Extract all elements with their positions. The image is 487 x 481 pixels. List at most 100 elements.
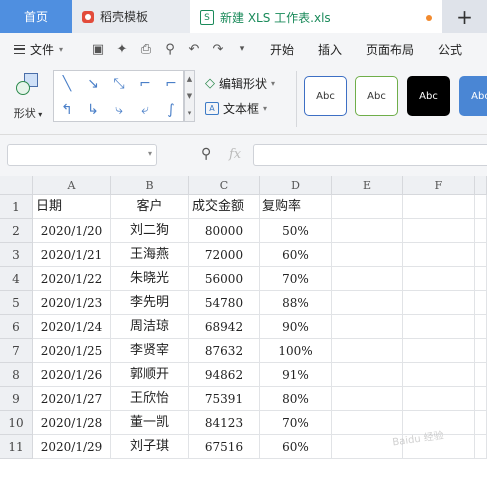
cell-d5[interactable]: 88% xyxy=(260,291,332,315)
cell-c4[interactable]: 56000 xyxy=(189,267,260,291)
cell-a7[interactable]: 2020/1/25 xyxy=(33,339,111,363)
cell-f8[interactable] xyxy=(403,363,475,387)
elbow-arrow-icon[interactable]: ⌐ xyxy=(165,76,177,92)
print-preview-icon[interactable]: ⚲ xyxy=(158,42,182,57)
zoom-icon[interactable]: ⚲ xyxy=(201,146,211,162)
line-shapes-gallery[interactable]: ╲ ↘ ⤡ ⌐ ⌐ ↰ ↳ ⤷ ⤶ ∫ xyxy=(53,70,184,122)
file-menu-button[interactable]: 文件 ▾ xyxy=(0,41,86,58)
cell-b3[interactable]: 王海燕 xyxy=(111,243,189,267)
row-header-11[interactable]: 11 xyxy=(0,435,33,459)
menu-home[interactable]: 开始 xyxy=(258,41,306,58)
cell-e7[interactable] xyxy=(332,339,403,363)
cell-d8[interactable]: 91% xyxy=(260,363,332,387)
cell-a9[interactable]: 2020/1/27 xyxy=(33,387,111,411)
tab-current-file[interactable]: S 新建 XLS 工作表.xls xyxy=(190,0,442,33)
curve-double-arrow-icon[interactable]: ⤶ xyxy=(141,102,149,118)
format-painter-icon[interactable]: ✦ xyxy=(110,42,134,57)
cell-g11[interactable] xyxy=(475,435,487,459)
row-header-10[interactable]: 10 xyxy=(0,411,33,435)
line-shape-icon[interactable]: ╲ xyxy=(63,76,71,92)
print-icon[interactable]: ⎙ xyxy=(134,42,158,57)
cell-f1[interactable] xyxy=(403,195,475,219)
cell-d2[interactable]: 50% xyxy=(260,219,332,243)
cell-e5[interactable] xyxy=(332,291,403,315)
cell-b9[interactable]: 王欣怡 xyxy=(111,387,189,411)
cell-d7[interactable]: 100% xyxy=(260,339,332,363)
cell-f9[interactable] xyxy=(403,387,475,411)
shape-style-2[interactable]: Abc xyxy=(355,76,398,116)
select-all-corner[interactable] xyxy=(0,176,33,195)
cell-c5[interactable]: 54780 xyxy=(189,291,260,315)
cell-c1[interactable]: 成交金额 xyxy=(189,195,260,219)
cell-b6[interactable]: 周洁琼 xyxy=(111,315,189,339)
cell-b1[interactable]: 客户 xyxy=(111,195,189,219)
menu-page-layout[interactable]: 页面布局 xyxy=(354,41,426,58)
cell-g2[interactable] xyxy=(475,219,487,243)
column-header-e[interactable]: E xyxy=(332,176,403,195)
cell-c2[interactable]: 80000 xyxy=(189,219,260,243)
shape-style-3[interactable]: Abc xyxy=(407,76,450,116)
cell-g10[interactable] xyxy=(475,411,487,435)
row-header-3[interactable]: 3 xyxy=(0,243,33,267)
cell-e10[interactable] xyxy=(332,411,403,435)
cell-a1[interactable]: 日期 xyxy=(33,195,111,219)
cell-g8[interactable] xyxy=(475,363,487,387)
tab-templates[interactable]: 稻壳模板 xyxy=(72,0,190,33)
cell-g9[interactable] xyxy=(475,387,487,411)
cell-d11[interactable]: 60% xyxy=(260,435,332,459)
cell-f2[interactable] xyxy=(403,219,475,243)
elbow-connector-icon[interactable]: ⌐ xyxy=(139,76,151,92)
formula-input[interactable] xyxy=(253,144,487,166)
column-header-a[interactable]: A xyxy=(33,176,111,195)
tab-home[interactable]: 首页 xyxy=(0,0,72,33)
row-header-1[interactable]: 1 xyxy=(0,195,33,219)
cell-g4[interactable] xyxy=(475,267,487,291)
cell-e1[interactable] xyxy=(332,195,403,219)
cell-g3[interactable] xyxy=(475,243,487,267)
cell-a4[interactable]: 2020/1/22 xyxy=(33,267,111,291)
cell-c10[interactable]: 84123 xyxy=(189,411,260,435)
fx-icon[interactable]: fx xyxy=(229,147,241,162)
cell-c6[interactable]: 68942 xyxy=(189,315,260,339)
row-header-8[interactable]: 8 xyxy=(0,363,33,387)
elbow-double-arrow-icon[interactable]: ↰ xyxy=(61,102,73,118)
cell-d3[interactable]: 60% xyxy=(260,243,332,267)
arrow-shape-icon[interactable]: ↘ xyxy=(87,76,99,92)
cell-a2[interactable]: 2020/1/20 xyxy=(33,219,111,243)
cell-f3[interactable] xyxy=(403,243,475,267)
save-icon[interactable]: ▣ xyxy=(86,42,110,57)
cell-c7[interactable]: 87632 xyxy=(189,339,260,363)
row-header-4[interactable]: 4 xyxy=(0,267,33,291)
cell-c11[interactable]: 67516 xyxy=(189,435,260,459)
cell-d4[interactable]: 70% xyxy=(260,267,332,291)
column-header-c[interactable]: C xyxy=(189,176,260,195)
cell-f5[interactable] xyxy=(403,291,475,315)
menu-formulas[interactable]: 公式 xyxy=(426,41,474,58)
name-box[interactable]: ▾ xyxy=(7,144,157,166)
row-header-9[interactable]: 9 xyxy=(0,387,33,411)
cell-c9[interactable]: 75391 xyxy=(189,387,260,411)
cell-f6[interactable] xyxy=(403,315,475,339)
cell-c8[interactable]: 94862 xyxy=(189,363,260,387)
cell-b5[interactable]: 李先明 xyxy=(111,291,189,315)
shape-style-4[interactable]: Abc xyxy=(459,76,487,116)
cell-f4[interactable] xyxy=(403,267,475,291)
double-arrow-shape-icon[interactable]: ⤡ xyxy=(113,76,124,92)
row-header-6[interactable]: 6 xyxy=(0,315,33,339)
cell-g1[interactable] xyxy=(475,195,487,219)
shape-style-1[interactable]: Abc xyxy=(304,76,347,116)
cell-b8[interactable]: 郭顺开 xyxy=(111,363,189,387)
shapes-button[interactable]: 形状 ▾ xyxy=(10,73,46,127)
cell-e6[interactable] xyxy=(332,315,403,339)
cell-e8[interactable] xyxy=(332,363,403,387)
customize-toolbar-icon[interactable]: ▾ xyxy=(230,44,254,54)
gallery-scroll[interactable]: ▲ ▼ ▾ xyxy=(184,70,195,122)
column-header-d[interactable]: D xyxy=(260,176,332,195)
cell-a8[interactable]: 2020/1/26 xyxy=(33,363,111,387)
cell-a5[interactable]: 2020/1/23 xyxy=(33,291,111,315)
curve-icon[interactable]: ∫ xyxy=(167,102,174,118)
menu-insert[interactable]: 插入 xyxy=(306,41,354,58)
cell-e2[interactable] xyxy=(332,219,403,243)
cell-a3[interactable]: 2020/1/21 xyxy=(33,243,111,267)
cell-b10[interactable]: 董一凯 xyxy=(111,411,189,435)
